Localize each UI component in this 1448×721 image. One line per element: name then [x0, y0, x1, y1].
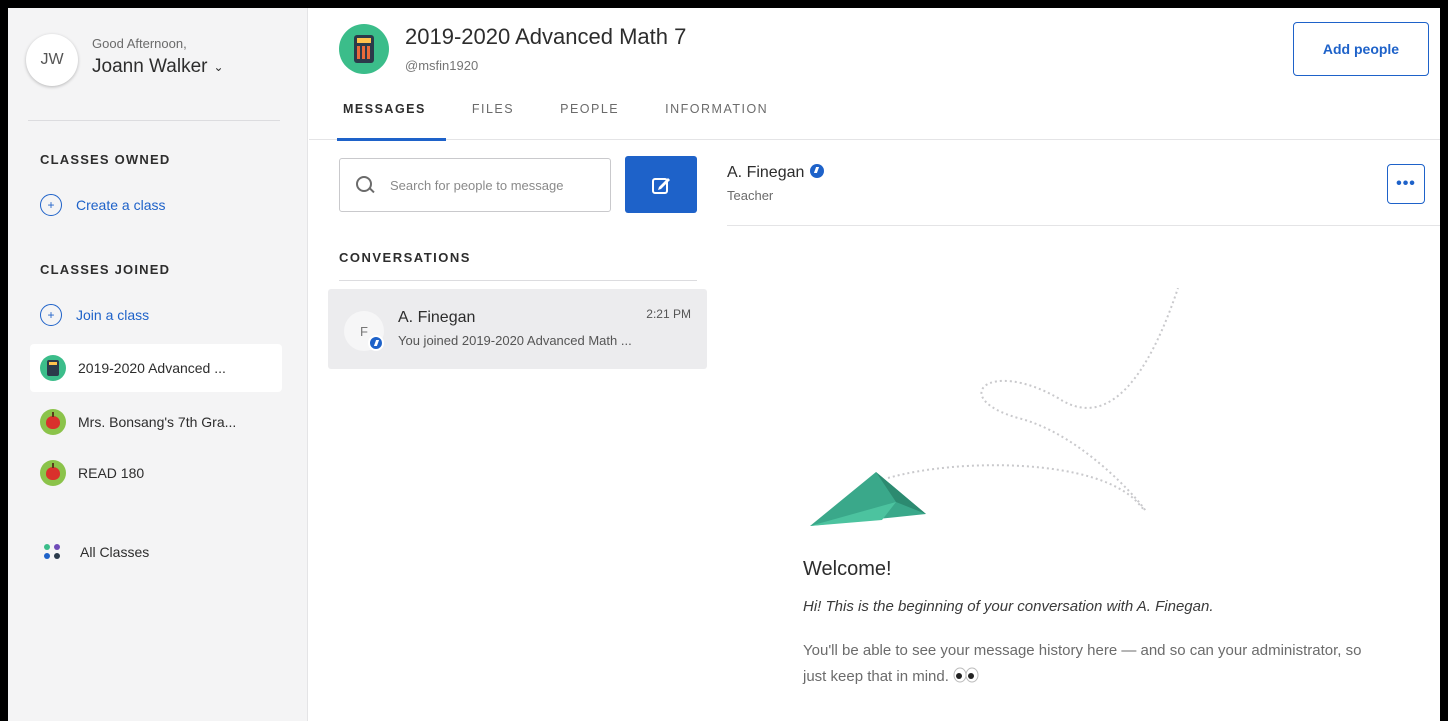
- welcome-subtitle: Hi! This is the beginning of your conver…: [803, 598, 1214, 615]
- apple-icon: [40, 409, 66, 435]
- grid-dots-icon: [42, 541, 64, 563]
- chat-header: A. Finegan Teacher •••: [727, 158, 1440, 226]
- search-icon: [356, 176, 374, 194]
- create-class-label: Create a class: [76, 197, 166, 213]
- class-tabs: MESSAGES FILES PEOPLE INFORMATION: [337, 102, 814, 141]
- all-classes-label: All Classes: [80, 544, 150, 560]
- conversation-name: A. Finegan: [398, 309, 476, 326]
- tab-files[interactable]: FILES: [472, 102, 514, 140]
- conversations-heading: CONVERSATIONS: [339, 250, 471, 265]
- conversation-item[interactable]: F A. Finegan 2:21 PM You joined 2019-202…: [328, 289, 707, 369]
- compose-message-button[interactable]: [625, 156, 697, 213]
- classes-owned-heading: CLASSES OWNED: [40, 152, 171, 167]
- plus-circle-icon: +: [40, 194, 62, 216]
- create-class-link[interactable]: + Create a class: [40, 190, 165, 220]
- conversations-divider: [339, 280, 697, 281]
- tab-people[interactable]: PEOPLE: [560, 102, 619, 140]
- search-input[interactable]: [390, 177, 600, 193]
- tab-information[interactable]: INFORMATION: [665, 102, 768, 140]
- compose-icon: [652, 177, 670, 194]
- plus-circle-icon: +: [40, 304, 62, 326]
- apple-icon: [40, 460, 66, 486]
- class-label: Mrs. Bonsang's 7th Gra...: [78, 414, 237, 430]
- join-class-link[interactable]: + Join a class: [40, 300, 149, 330]
- app-window: JW Good Afternoon, Joann Walker ⌄ CLASSES…: [8, 8, 1440, 721]
- user-name: Joann Walker: [92, 56, 208, 77]
- sidebar-class-advanced-math[interactable]: 2019-2020 Advanced ...: [30, 344, 282, 392]
- more-options-button[interactable]: •••: [1387, 164, 1425, 204]
- class-header: 2019-2020 Advanced Math 7 @msfin1920 Add…: [309, 8, 1440, 141]
- class-label: 2019-2020 Advanced ...: [78, 360, 226, 376]
- classes-joined-heading: CLASSES JOINED: [40, 262, 171, 277]
- chat-contact-name: A. Finegan: [727, 164, 805, 181]
- sidebar: JW Good Afternoon, Joann Walker ⌄ CLASSES…: [8, 8, 308, 721]
- paper-plane-illustration: [810, 288, 1179, 526]
- sidebar-class-read180[interactable]: READ 180: [30, 449, 282, 497]
- welcome-body: You'll be able to see your message histo…: [803, 638, 1363, 690]
- contact-initial: F: [360, 323, 368, 339]
- sidebar-class-bonsang[interactable]: Mrs. Bonsang's 7th Gra...: [30, 398, 282, 446]
- calculator-icon: [40, 355, 66, 381]
- tab-messages[interactable]: MESSAGES: [337, 102, 446, 141]
- sidebar-divider: [28, 120, 280, 121]
- calculator-icon: [339, 24, 389, 74]
- conversation-time: 2:21 PM: [646, 307, 691, 321]
- search-box: [339, 158, 611, 212]
- welcome-body-text: You'll be able to see your message histo…: [803, 642, 1362, 685]
- user-greeting: JW Good Afternoon, Joann Walker ⌄: [22, 26, 302, 106]
- class-handle: @msfin1920: [405, 58, 479, 73]
- chevron-down-icon: ⌄: [213, 59, 224, 74]
- class-title: 2019-2020 Advanced Math 7: [405, 24, 687, 49]
- user-avatar[interactable]: JW: [26, 34, 78, 86]
- greeting-text: Good Afternoon,: [92, 36, 187, 51]
- class-label: READ 180: [78, 465, 145, 481]
- join-class-label: Join a class: [76, 307, 150, 323]
- chat-contact: A. Finegan: [727, 164, 825, 182]
- welcome-title: Welcome!: [803, 558, 892, 580]
- eyes-emoji-icon: [953, 667, 979, 683]
- contact-avatar: F: [344, 311, 384, 351]
- conversation-preview: You joined 2019-2020 Advanced Math ...: [398, 333, 632, 348]
- verified-badge-icon: [368, 335, 384, 351]
- user-menu-toggle[interactable]: Joann Walker ⌄: [92, 56, 224, 78]
- chat-contact-role: Teacher: [727, 188, 774, 203]
- add-people-button[interactable]: Add people: [1293, 22, 1429, 76]
- all-classes-link[interactable]: All Classes: [30, 528, 282, 576]
- verified-badge-icon: [810, 164, 825, 178]
